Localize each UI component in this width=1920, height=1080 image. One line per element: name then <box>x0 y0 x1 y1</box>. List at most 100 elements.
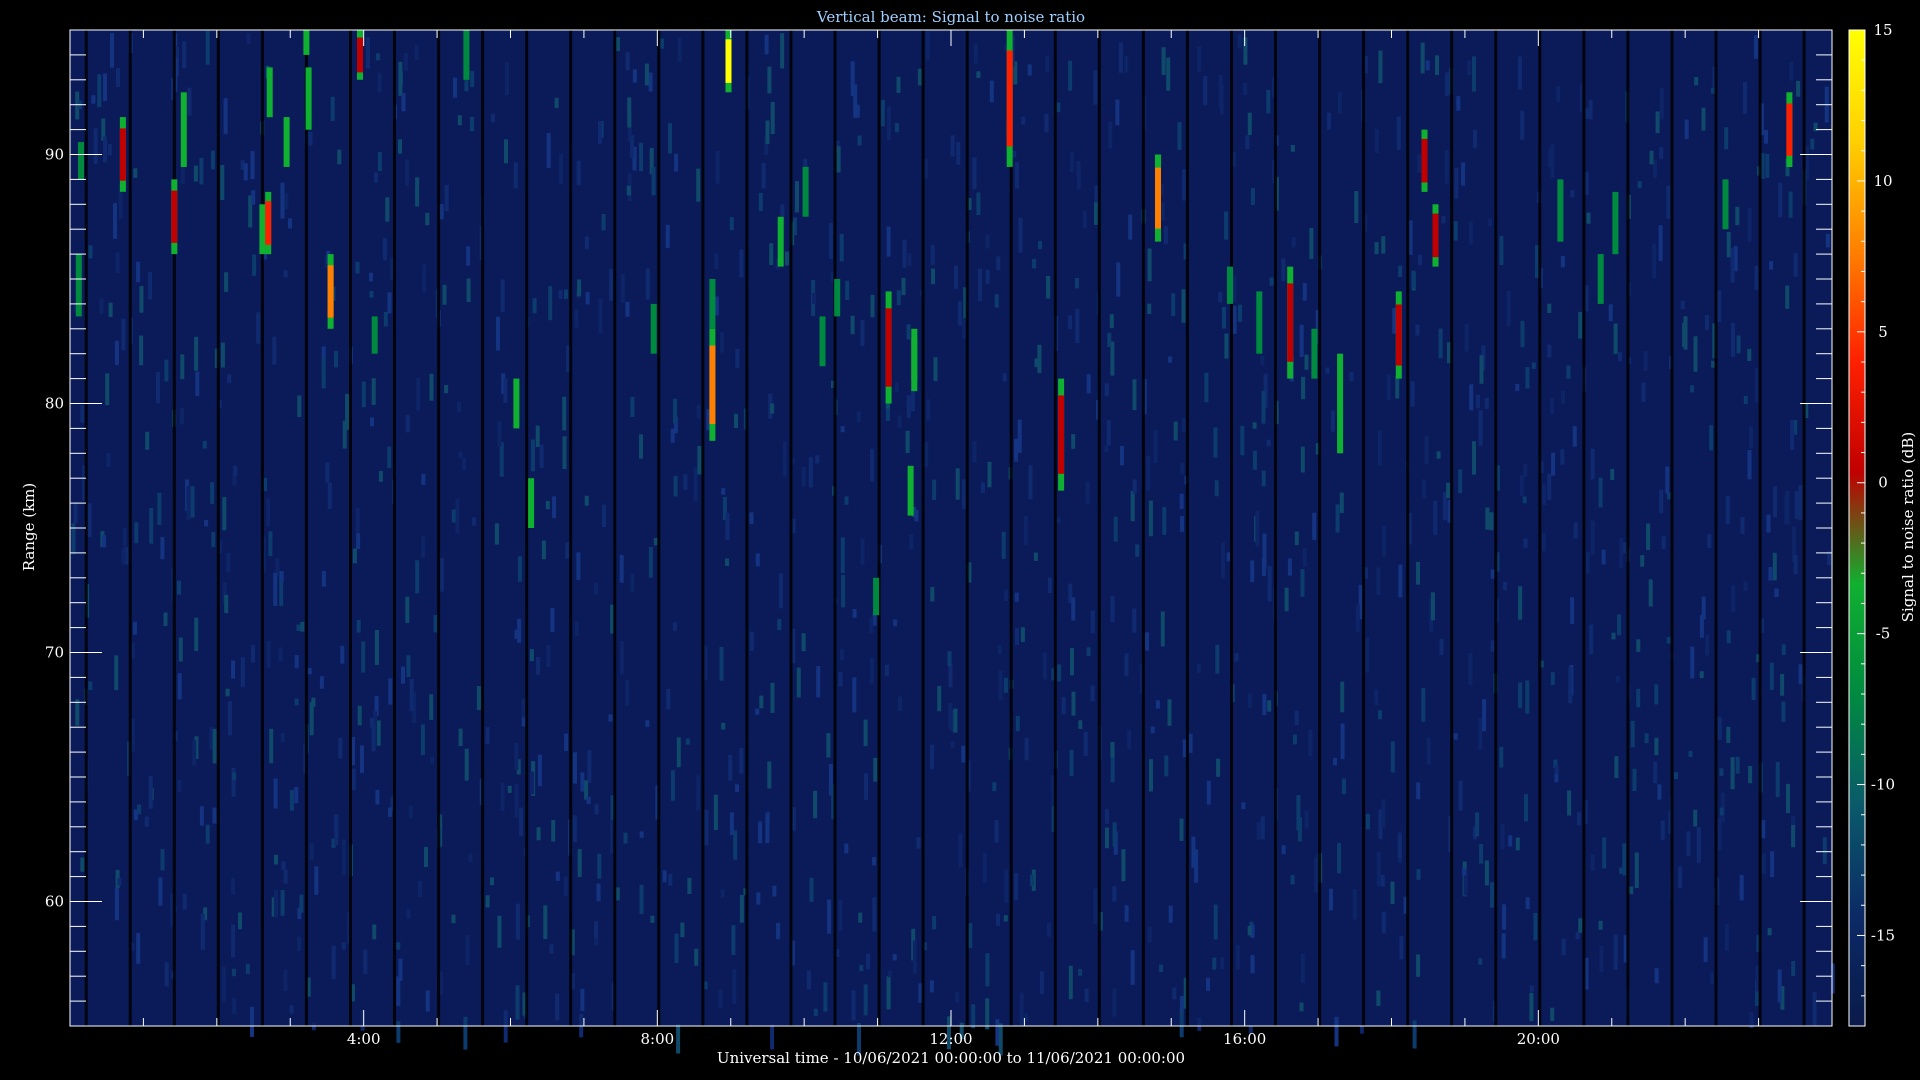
noise-speck <box>177 673 182 700</box>
noise-speck <box>281 861 286 870</box>
noise-speck <box>337 149 342 165</box>
noise-speck <box>1661 536 1666 549</box>
noise-speck <box>1608 304 1613 322</box>
noise-speck <box>925 31 930 60</box>
noise-speck <box>1147 303 1152 314</box>
noise-speck <box>289 789 294 811</box>
noise-speck <box>1657 784 1662 800</box>
noise-speck <box>409 678 414 712</box>
noise-speck <box>398 61 403 96</box>
noise-speck <box>998 670 1003 700</box>
noise-speck <box>420 724 425 756</box>
noise-speck <box>950 135 955 157</box>
echo-core <box>1006 50 1013 147</box>
noise-speck <box>429 373 434 401</box>
noise-speck <box>231 768 236 797</box>
noise-speck <box>1748 766 1753 784</box>
noise-speck <box>1585 552 1590 574</box>
noise-speck <box>99 298 104 314</box>
noise-speck <box>1438 328 1443 359</box>
noise-speck <box>1547 303 1552 313</box>
noise-speck <box>1160 611 1165 647</box>
noise-speck <box>630 573 635 592</box>
noise-speck <box>1790 419 1795 451</box>
data-gap <box>745 30 749 1026</box>
noise-speck <box>639 142 644 172</box>
noise-speck <box>246 33 251 45</box>
noise-speck <box>1395 376 1400 399</box>
colorbar-tick-label: -10 <box>1871 776 1895 794</box>
noise-speck <box>1730 247 1735 283</box>
noise-speck <box>1188 733 1193 753</box>
data-gap <box>701 30 705 1026</box>
noise-speck <box>1518 682 1523 708</box>
noise-speck <box>1525 367 1530 389</box>
noise-speck <box>1416 561 1420 585</box>
noise-speck <box>1352 889 1357 920</box>
noise-speck <box>1250 955 1255 974</box>
noise-speck <box>278 647 283 662</box>
noise-speck <box>586 796 591 804</box>
noise-speck <box>630 135 635 158</box>
noise-speck <box>996 256 1001 271</box>
noise-speck <box>930 587 935 602</box>
noise-speck <box>504 139 508 164</box>
noise-speck <box>1287 558 1292 576</box>
noise-speck <box>696 775 701 811</box>
y-tick-label: 90 <box>45 146 64 164</box>
noise-speck <box>907 253 912 267</box>
noise-speck <box>1522 496 1527 504</box>
noise-speck <box>1554 774 1559 783</box>
plot-background <box>70 30 1832 1026</box>
noise-speck <box>1489 512 1494 531</box>
noise-speck <box>1785 285 1790 309</box>
noise-speck <box>860 320 865 347</box>
noise-speck <box>80 857 85 872</box>
noise-speck <box>139 286 144 313</box>
noise-speck <box>1121 849 1126 882</box>
noise-speck <box>1179 818 1184 841</box>
noise-speck <box>325 462 330 483</box>
noise-speck <box>1396 116 1401 150</box>
noise-speck <box>1281 845 1286 855</box>
noise-speck <box>1772 552 1777 581</box>
noise-speck <box>1644 733 1649 744</box>
noise-speck <box>1610 469 1615 480</box>
noise-speck <box>274 854 278 865</box>
noise-speck <box>564 289 568 299</box>
noise-speck <box>1717 290 1722 323</box>
noise-speck <box>451 914 456 924</box>
noise-speck <box>163 612 168 626</box>
noise-speck <box>914 509 919 522</box>
noise-speck <box>211 532 216 547</box>
noise-speck <box>1616 676 1620 683</box>
noise-speck <box>598 298 603 334</box>
noise-speck <box>1454 167 1459 199</box>
noise-speck <box>845 280 850 300</box>
noise-speck <box>1325 367 1330 374</box>
noise-speck <box>75 699 80 726</box>
noise-speck <box>1294 531 1299 546</box>
noise-speck <box>463 1016 468 1050</box>
noise-speck <box>274 889 278 918</box>
noise-speck <box>725 513 730 540</box>
noise-speck <box>1719 807 1724 816</box>
noise-speck <box>133 809 138 821</box>
noise-speck <box>1719 768 1724 776</box>
noise-speck <box>205 30 210 65</box>
noise-speck <box>1411 270 1416 289</box>
noise-speck <box>289 1005 294 1014</box>
noise-speck <box>697 446 702 475</box>
colorbar-tick-label: -15 <box>1871 926 1895 944</box>
noise-speck <box>1397 834 1402 859</box>
data-gap <box>1318 30 1322 1026</box>
noise-speck <box>1484 860 1489 886</box>
noise-speck <box>696 168 701 202</box>
noise-speck <box>341 942 346 950</box>
noise-speck <box>231 878 235 895</box>
noise-speck <box>530 439 535 472</box>
noise-speck <box>906 395 911 419</box>
noise-speck <box>1056 102 1061 113</box>
noise-speck <box>968 923 973 949</box>
noise-speck <box>601 214 606 231</box>
